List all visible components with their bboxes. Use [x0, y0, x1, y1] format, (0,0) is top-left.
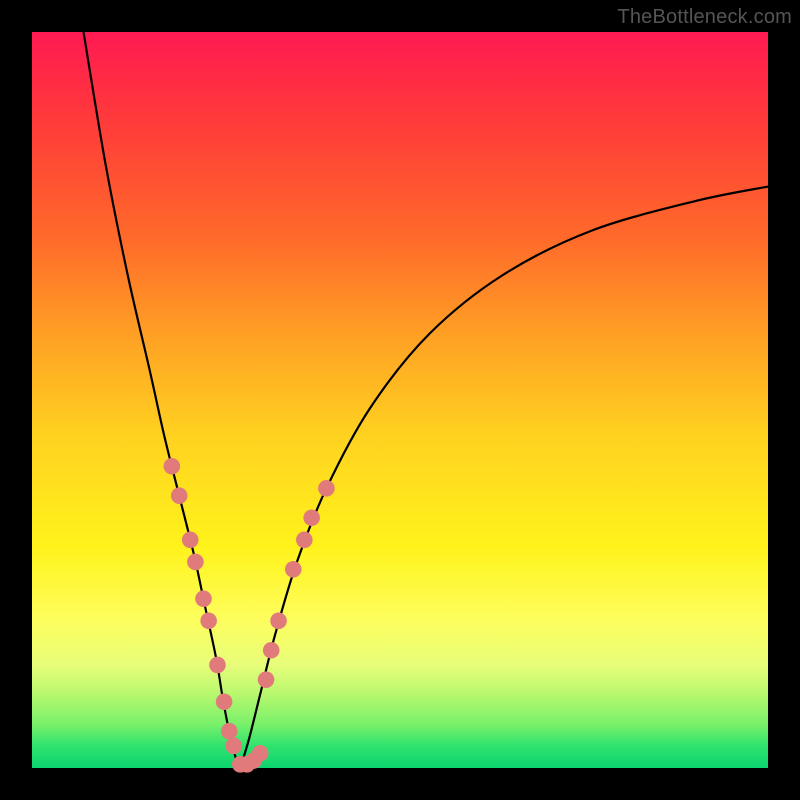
curve-layer: [32, 32, 768, 768]
marker-dot: [270, 613, 287, 630]
plot-area: [32, 32, 768, 768]
marker-dot: [221, 723, 238, 740]
marker-dot: [285, 561, 302, 578]
marker-dot: [263, 642, 280, 659]
marker-dot: [216, 693, 233, 710]
marker-dot: [252, 745, 269, 762]
marker-dot: [164, 458, 181, 475]
marker-dot: [225, 738, 242, 755]
chart-frame: TheBottleneck.com: [0, 0, 800, 800]
marker-cluster: [164, 458, 335, 773]
marker-dot: [258, 671, 275, 688]
marker-dot: [200, 613, 217, 630]
marker-dot: [296, 532, 313, 549]
marker-dot: [187, 554, 204, 571]
marker-dot: [209, 657, 226, 674]
marker-dot: [195, 590, 212, 607]
marker-dot: [182, 532, 199, 549]
marker-dot: [171, 487, 188, 504]
watermark-label: TheBottleneck.com: [617, 6, 792, 29]
marker-dot: [303, 509, 320, 526]
curve-right: [240, 187, 768, 768]
marker-dot: [318, 480, 335, 497]
